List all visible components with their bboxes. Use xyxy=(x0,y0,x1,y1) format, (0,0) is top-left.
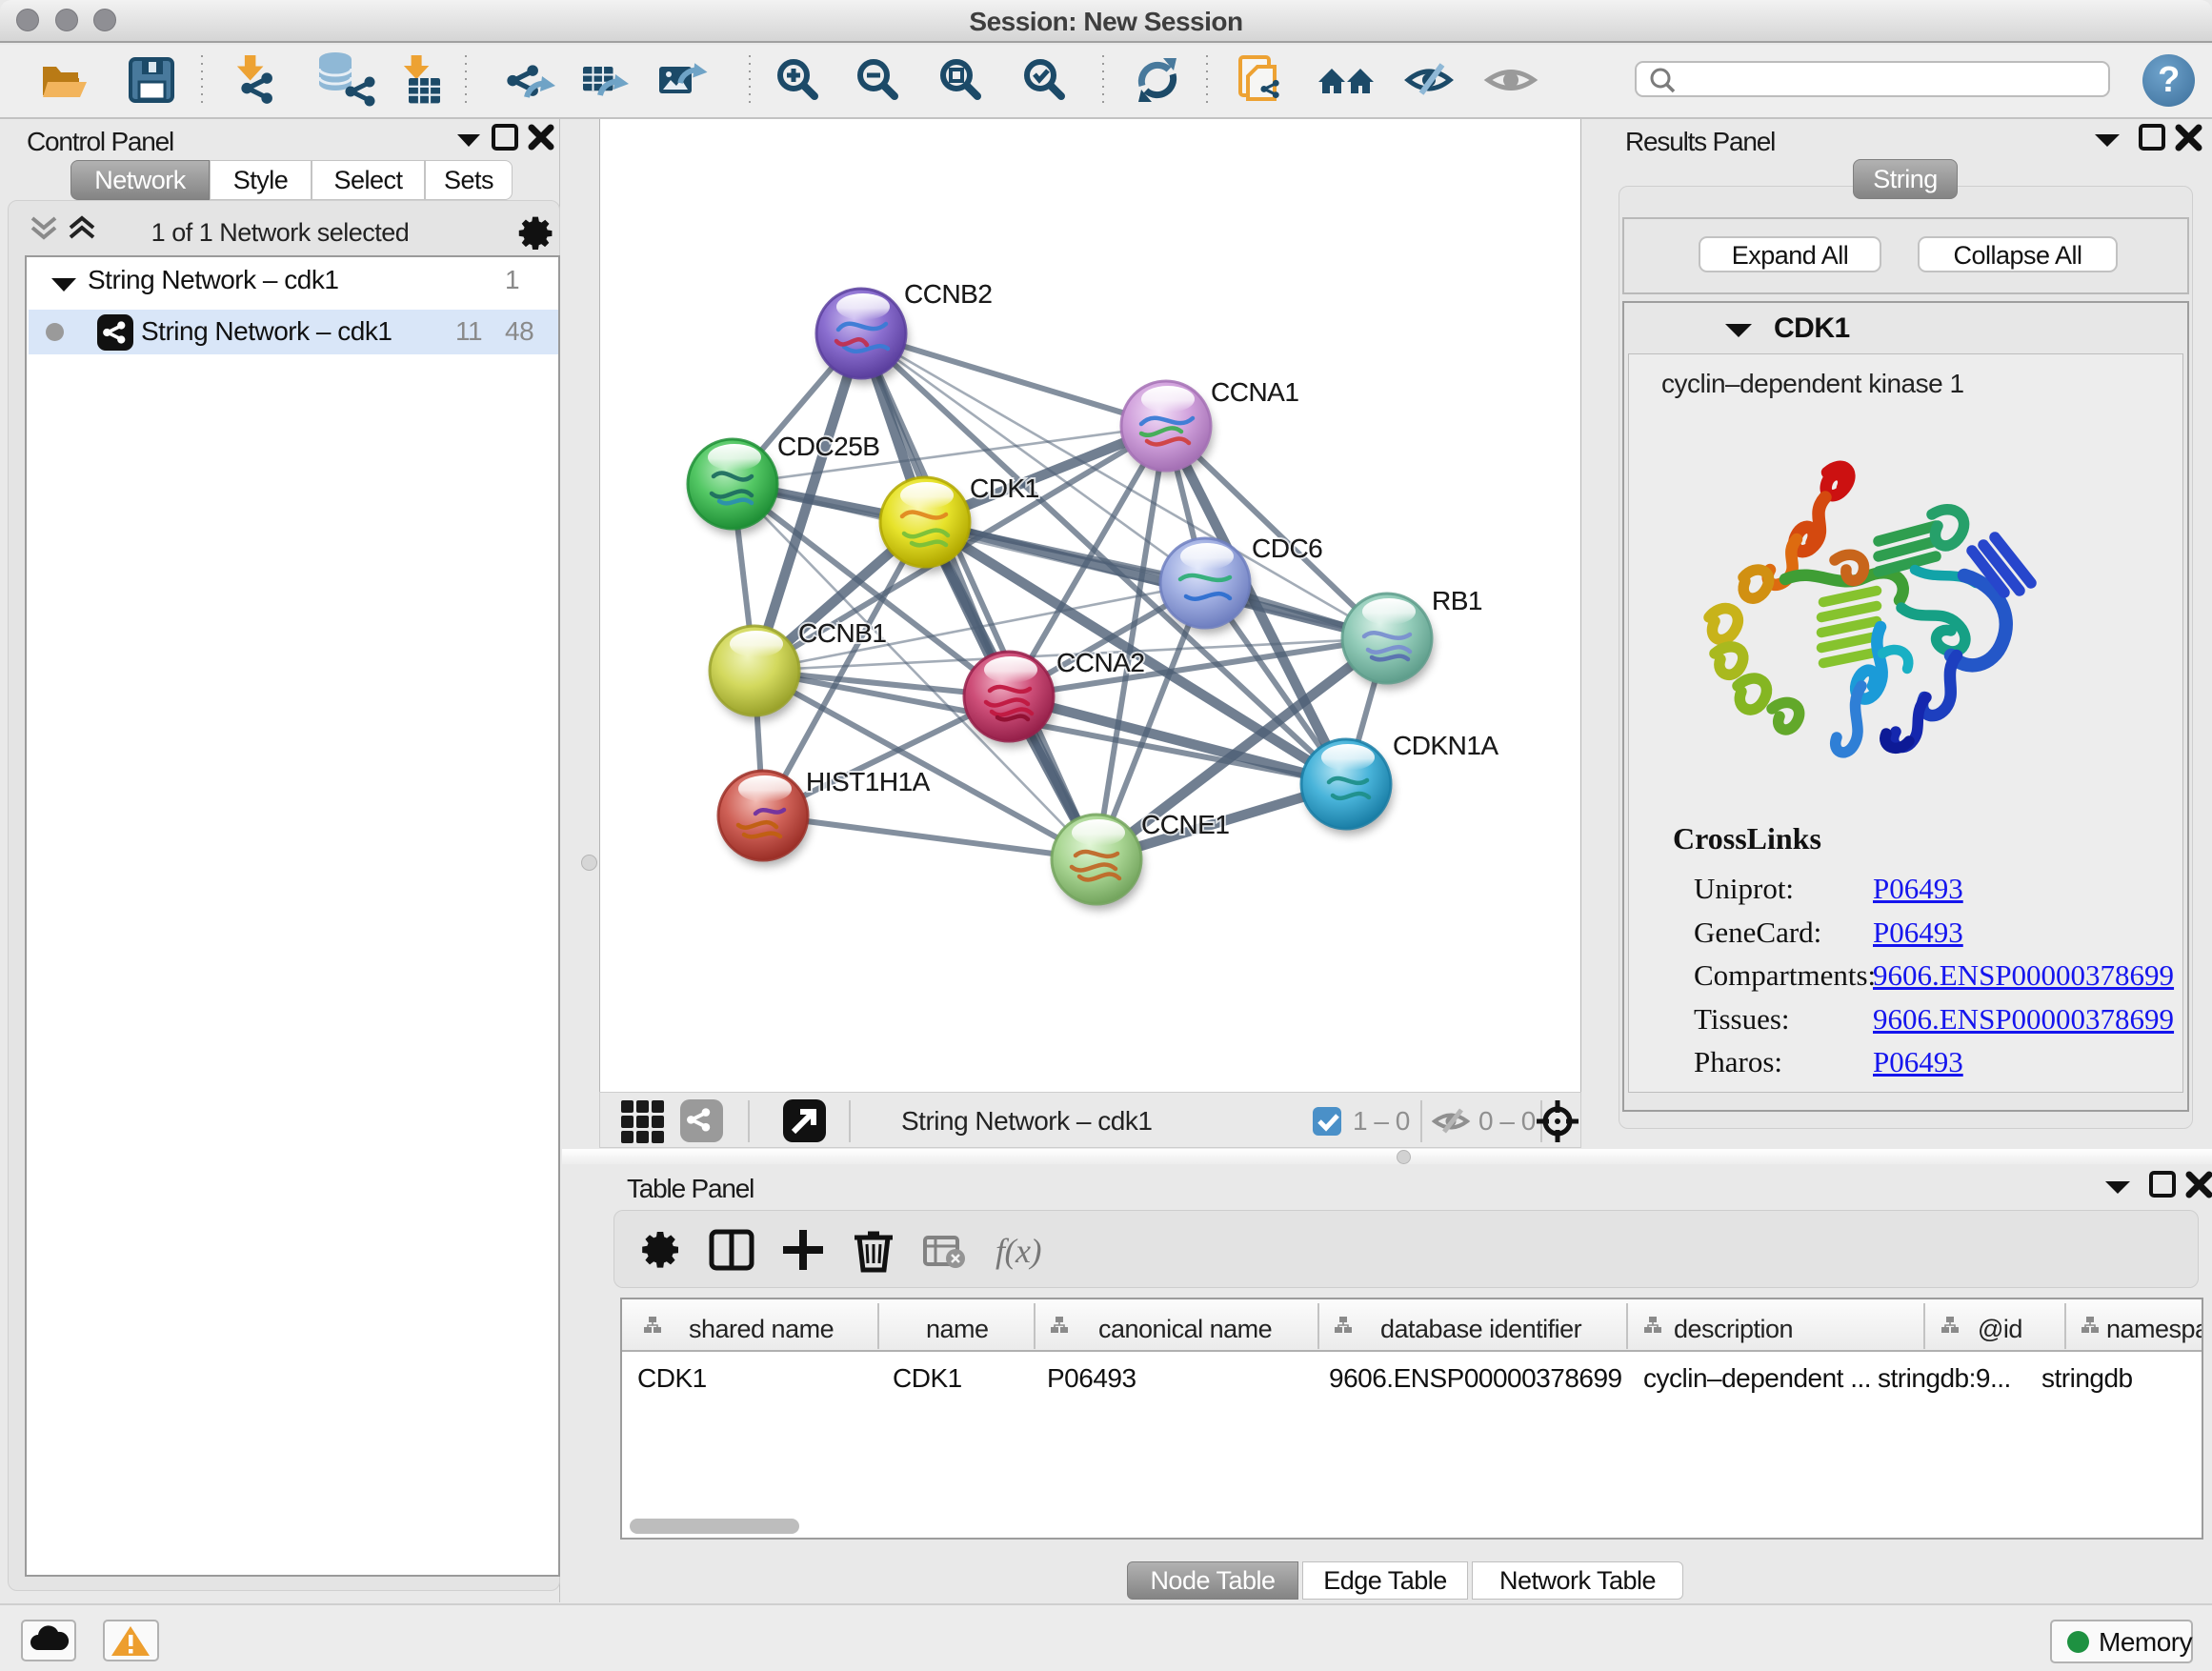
svg-text:CDC25B: CDC25B xyxy=(777,432,879,461)
svg-text:CCNA1: CCNA1 xyxy=(1211,377,1298,407)
svg-text:@id: @id xyxy=(1978,1315,2022,1343)
svg-text:database identifier: database identifier xyxy=(1380,1315,1582,1343)
svg-text:canonical name: canonical name xyxy=(1098,1315,1272,1343)
svg-text:f(x): f(x) xyxy=(995,1232,1041,1270)
svg-text:RB1: RB1 xyxy=(1432,586,1482,615)
svg-text:name: name xyxy=(926,1315,989,1343)
svg-text:cyclin–dependent ...: cyclin–dependent ... xyxy=(1643,1363,1871,1393)
svg-text:stringdb: stringdb xyxy=(2041,1363,2133,1393)
svg-text:HIST1H1A: HIST1H1A xyxy=(806,767,931,796)
svg-text:CDC6: CDC6 xyxy=(1252,534,1322,563)
svg-text:0 – 0: 0 – 0 xyxy=(1478,1106,1536,1136)
svg-text:1 – 0: 1 – 0 xyxy=(1353,1106,1410,1136)
svg-text:CCNE1: CCNE1 xyxy=(1141,810,1229,839)
svg-text:stringdb:9...: stringdb:9... xyxy=(1878,1363,2011,1393)
svg-text:9606.ENSP00000378699: 9606.ENSP00000378699 xyxy=(1329,1363,1622,1393)
svg-text:CDKN1A: CDKN1A xyxy=(1393,731,1498,760)
svg-text:shared name: shared name xyxy=(689,1315,834,1343)
svg-text:String Network – cdk1: String Network – cdk1 xyxy=(901,1106,1152,1136)
svg-text:CDK1: CDK1 xyxy=(637,1363,707,1393)
svg-text:CCNB2: CCNB2 xyxy=(904,279,992,309)
svg-text:CCNA2: CCNA2 xyxy=(1056,648,1144,677)
svg-text:description: description xyxy=(1674,1315,1793,1343)
svg-text:CCNB1: CCNB1 xyxy=(798,618,886,648)
svg-text:CDK1: CDK1 xyxy=(893,1363,962,1393)
svg-text:P06493: P06493 xyxy=(1047,1363,1136,1393)
svg-text:CDK1: CDK1 xyxy=(970,473,1039,503)
svg-text:namespac: namespac xyxy=(2106,1315,2202,1343)
